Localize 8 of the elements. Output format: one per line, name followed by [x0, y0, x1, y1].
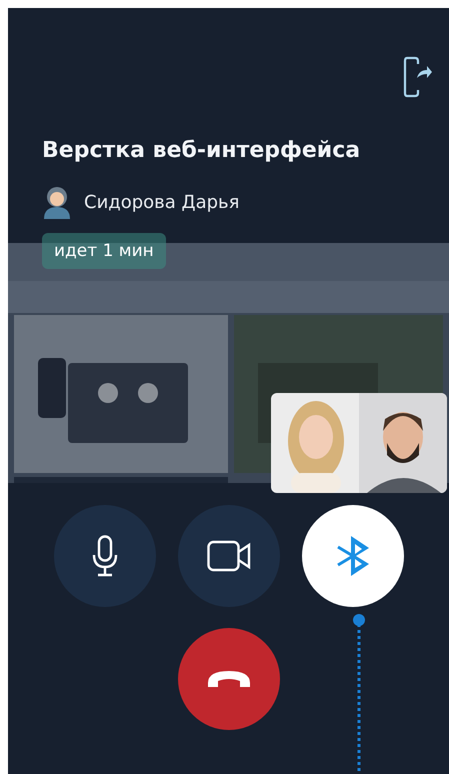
microphone-icon: [92, 535, 118, 577]
bluetooth-icon: [336, 535, 370, 577]
video-camera-icon: [206, 540, 250, 572]
hang-up-icon: [206, 669, 252, 689]
call-title: Верстка веб-интерфейса: [41, 137, 362, 163]
organizer-name: Сидорова Дарья: [84, 192, 240, 212]
avatar-icon: [42, 185, 72, 219]
leave-screen-icon[interactable]: [403, 56, 433, 98]
